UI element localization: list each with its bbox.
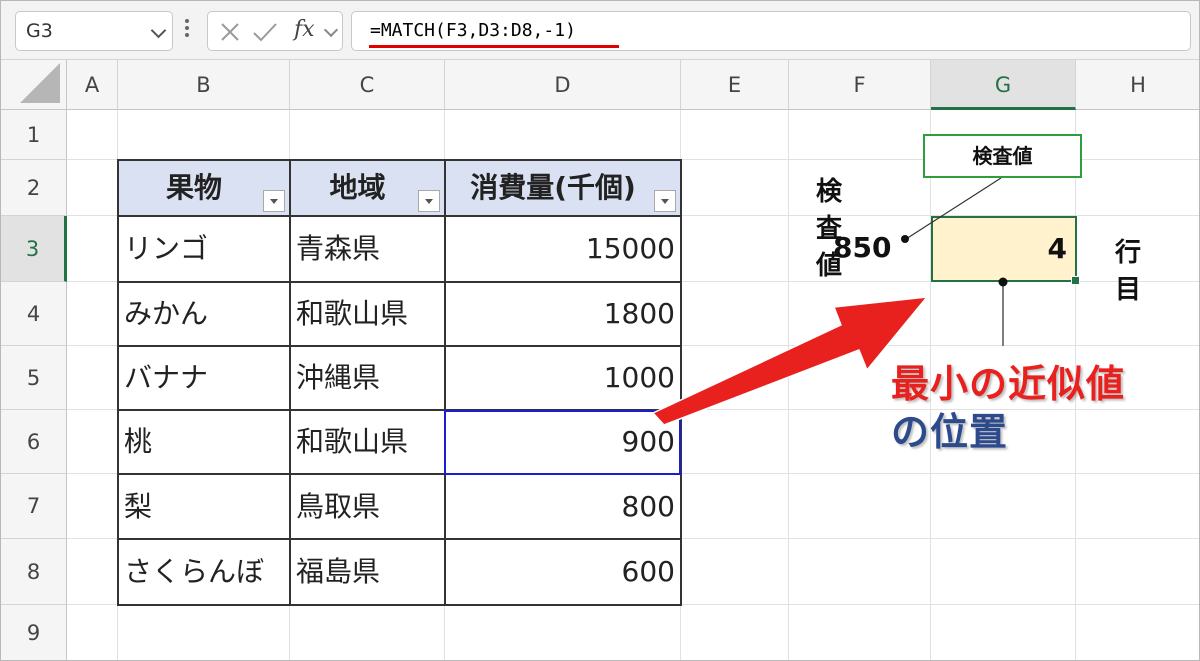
callout-dot [901,235,909,243]
excel-window: G3 fx =MATCH(F3,D3:D8,-1) A B C D E F G … [0,0,1200,661]
red-arrow [652,296,928,426]
annotation-overlay [652,177,1008,426]
annotation-caption-line2: の位置 [891,410,1009,454]
annotation-caption-line1: 最小の近似値 [891,362,1126,406]
result-dot [998,277,1008,287]
callout-leader-line [905,177,1002,240]
lookup-callout: 検査値 [923,134,1082,178]
